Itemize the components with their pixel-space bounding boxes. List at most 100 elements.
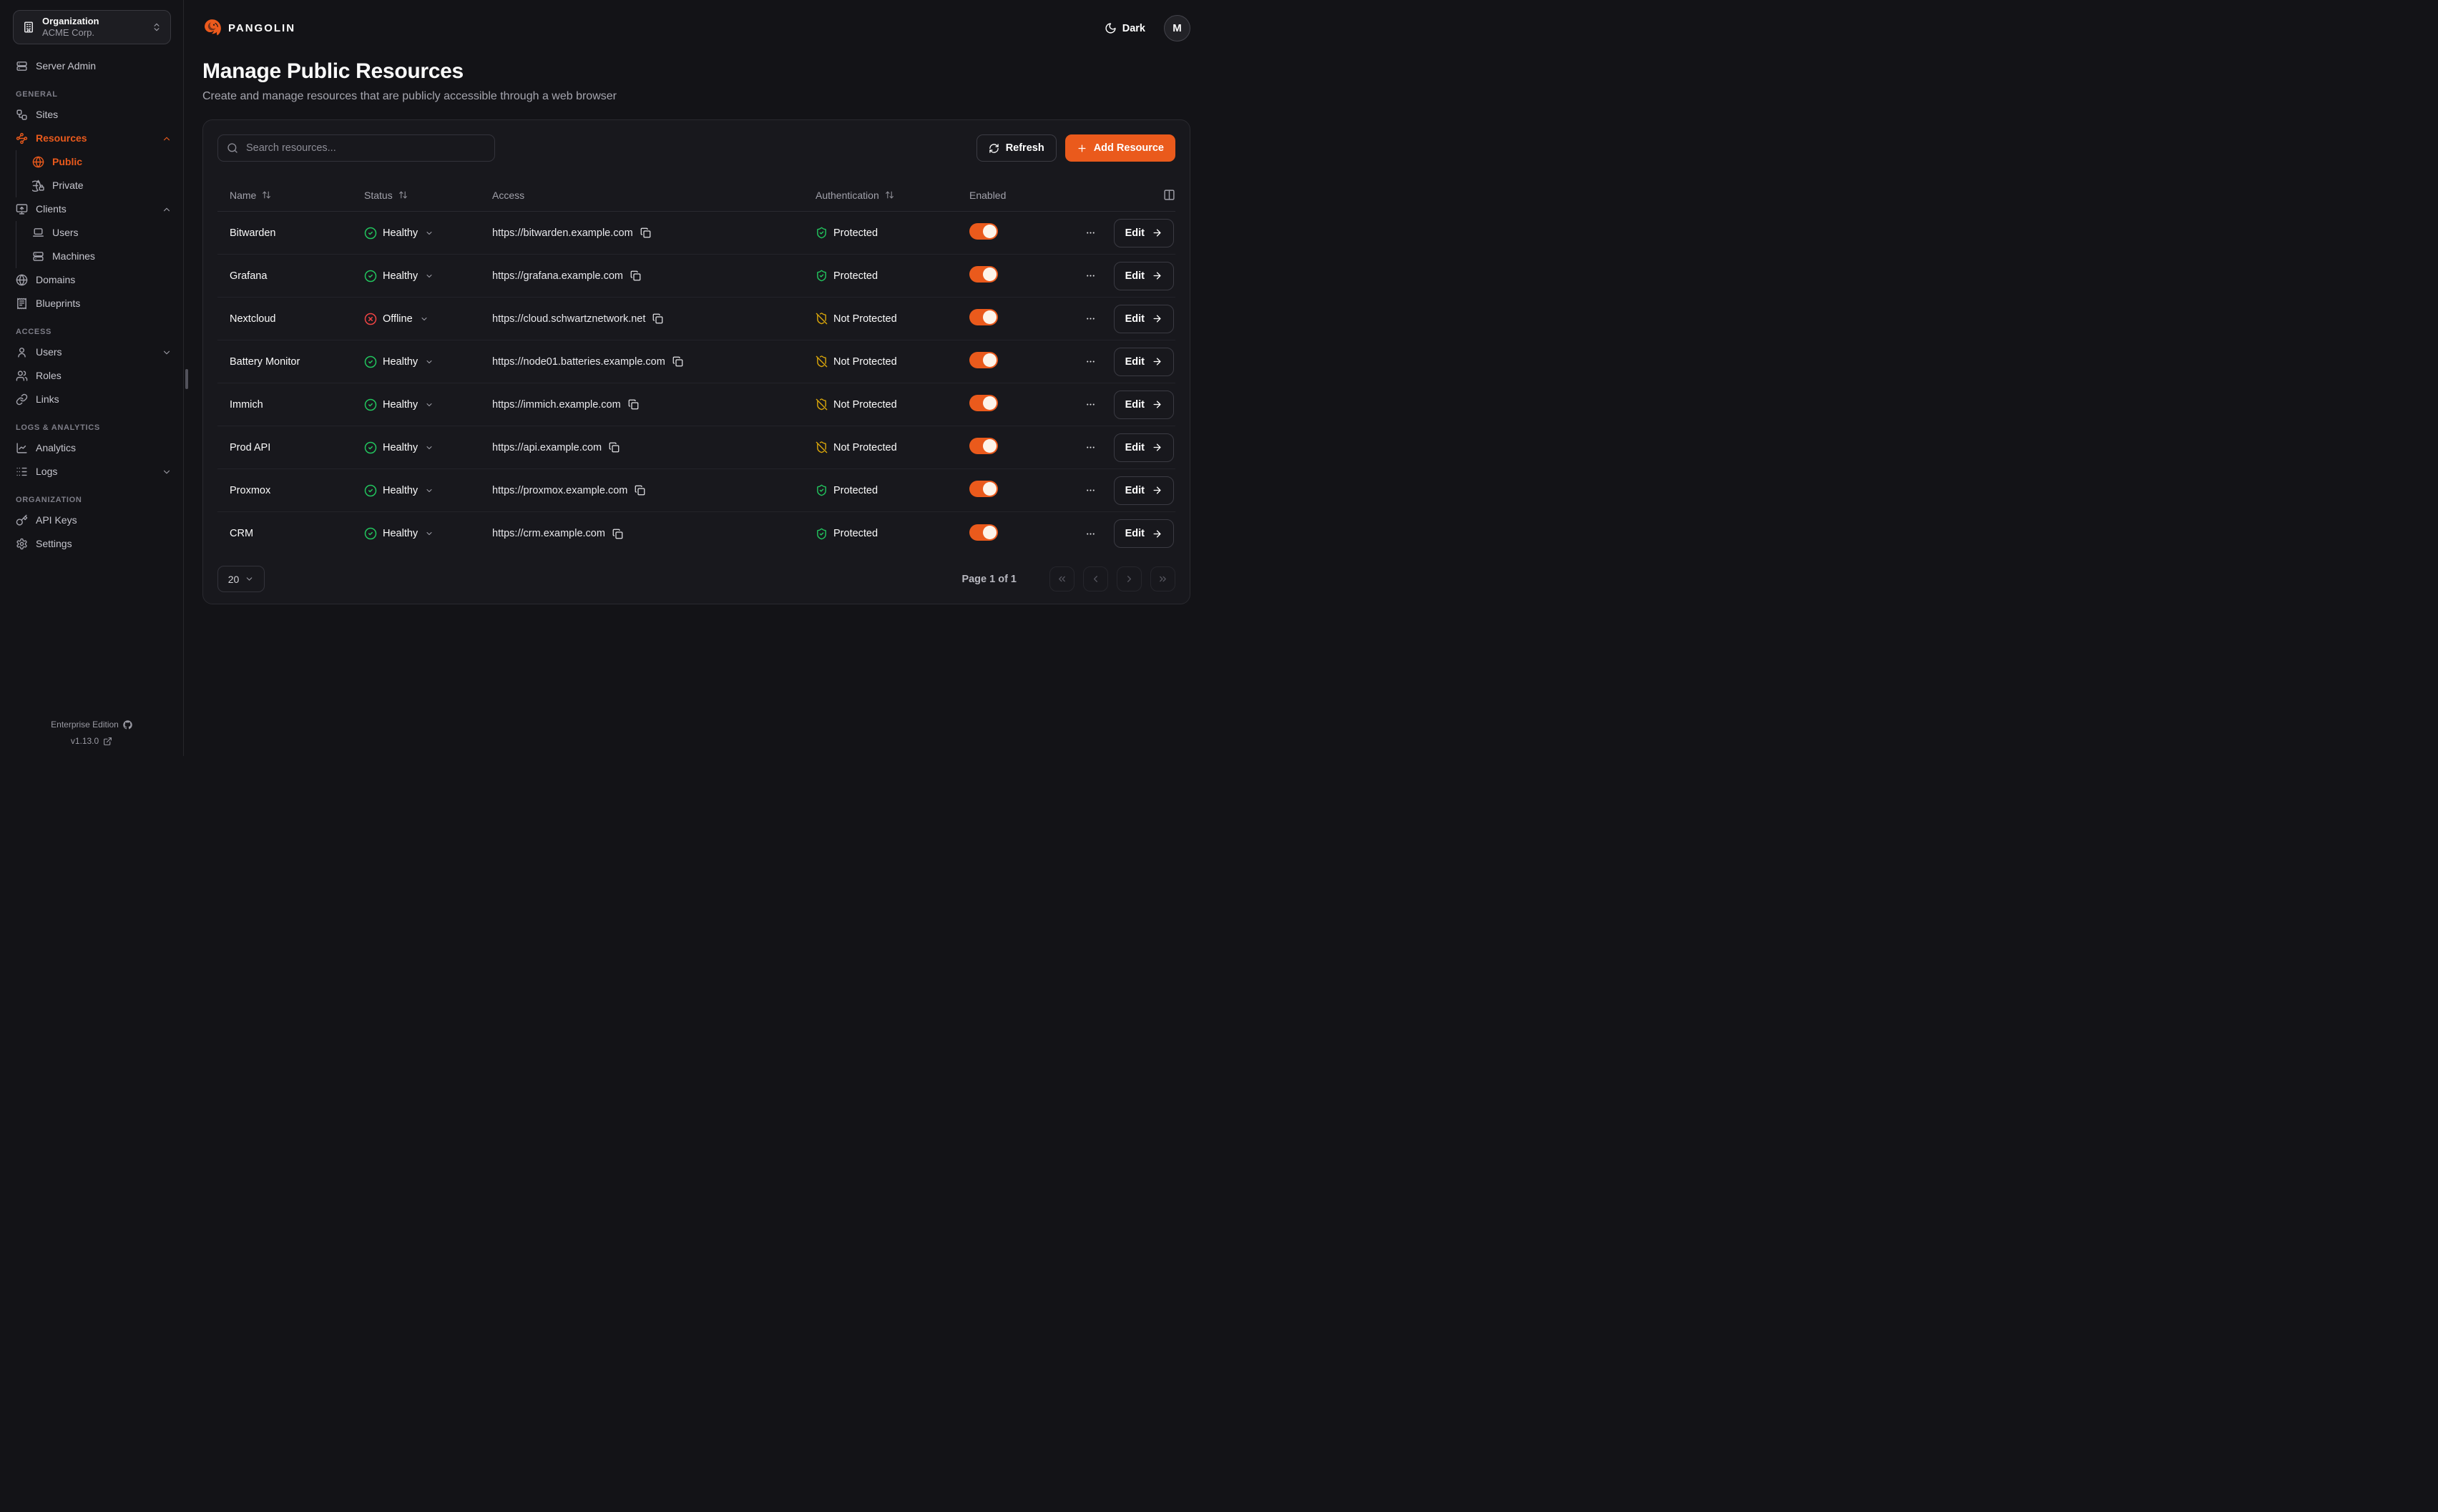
org-selector[interactable]: Organization ACME Corp. xyxy=(13,10,171,44)
resource-url[interactable]: https://grafana.example.com xyxy=(492,270,623,282)
sidebar-item-clients[interactable]: Clients xyxy=(0,197,183,221)
search-icon xyxy=(227,142,238,154)
row-menu-button[interactable] xyxy=(1082,525,1100,543)
sidebar-item-roles[interactable]: Roles xyxy=(0,364,183,388)
column-header-authentication[interactable]: Authentication xyxy=(816,190,969,201)
resource-url[interactable]: https://node01.batteries.example.com xyxy=(492,356,665,368)
row-menu-button[interactable] xyxy=(1082,224,1100,242)
copy-url-button[interactable] xyxy=(609,442,620,453)
copy-url-button[interactable] xyxy=(628,399,639,410)
edit-button[interactable]: Edit xyxy=(1114,391,1174,419)
status-badge[interactable]: Healthy xyxy=(364,441,492,454)
avatar[interactable]: M xyxy=(1164,15,1190,41)
column-header-enabled[interactable]: Enabled xyxy=(969,190,1052,201)
refresh-button[interactable]: Refresh xyxy=(976,134,1057,162)
sidebar-item-analytics[interactable]: Analytics xyxy=(0,436,183,460)
auth-label: Not Protected xyxy=(833,313,897,325)
sidebar-item-users[interactable]: Users xyxy=(0,340,183,364)
resource-url[interactable]: https://proxmox.example.com xyxy=(492,485,627,496)
enabled-toggle[interactable] xyxy=(969,438,998,454)
last-page-button[interactable] xyxy=(1150,566,1175,591)
row-menu-button[interactable] xyxy=(1082,310,1100,328)
enabled-toggle[interactable] xyxy=(969,395,998,411)
status-badge[interactable]: Healthy xyxy=(364,527,492,540)
sidebar-item-links[interactable]: Links xyxy=(0,388,183,411)
sidebar-subitem-private[interactable]: Private xyxy=(16,174,183,197)
status-badge[interactable]: Healthy xyxy=(364,484,492,497)
row-menu-button[interactable] xyxy=(1082,396,1100,413)
sidebar-item-logs[interactable]: Logs xyxy=(0,460,183,483)
status-badge[interactable]: Healthy xyxy=(364,355,492,368)
resource-url[interactable]: https://crm.example.com xyxy=(492,528,605,539)
edit-button[interactable]: Edit xyxy=(1114,348,1174,376)
enabled-toggle[interactable] xyxy=(969,352,998,368)
prev-page-button[interactable] xyxy=(1083,566,1108,591)
edition-row[interactable]: Enterprise Edition xyxy=(51,720,132,730)
enabled-toggle[interactable] xyxy=(969,266,998,283)
status-badge[interactable]: Healthy xyxy=(364,227,492,240)
status-badge[interactable]: Offline xyxy=(364,313,492,325)
sidebar-item-settings[interactable]: Settings xyxy=(0,532,183,556)
auth-label: Protected xyxy=(833,227,878,239)
row-menu-button[interactable] xyxy=(1082,267,1100,285)
resource-url[interactable]: https://cloud.schwartznetwork.net xyxy=(492,313,645,325)
brand[interactable]: PANGOLIN xyxy=(202,19,295,38)
circle-check-icon xyxy=(364,355,377,368)
table-toolbar: Refresh Add Resource xyxy=(217,134,1175,162)
enabled-toggle[interactable] xyxy=(969,524,998,541)
sidebar-item-sites[interactable]: Sites xyxy=(0,103,183,127)
enabled-toggle[interactable] xyxy=(969,481,998,497)
sidebar-subgroup-resources: Public Private xyxy=(16,150,183,197)
column-visibility-button[interactable] xyxy=(1052,189,1175,201)
add-resource-button[interactable]: Add Resource xyxy=(1065,134,1175,162)
sidebar-item-blueprints[interactable]: Blueprints xyxy=(0,292,183,315)
copy-url-button[interactable] xyxy=(635,485,645,496)
version-row[interactable]: v1.13.0 xyxy=(71,736,112,746)
edit-button[interactable]: Edit xyxy=(1114,305,1174,333)
copy-url-button[interactable] xyxy=(652,313,663,324)
column-header-name[interactable]: Name xyxy=(217,190,364,201)
enabled-toggle[interactable] xyxy=(969,223,998,240)
row-menu-button[interactable] xyxy=(1082,353,1100,370)
row-menu-button[interactable] xyxy=(1082,481,1100,499)
status-badge[interactable]: Healthy xyxy=(364,398,492,411)
edit-button[interactable]: Edit xyxy=(1114,433,1174,462)
sidebar-subitem-public[interactable]: Public xyxy=(16,150,183,174)
next-page-button[interactable] xyxy=(1117,566,1142,591)
ellipsis-icon xyxy=(1085,484,1097,496)
status-badge[interactable]: Healthy xyxy=(364,270,492,283)
theme-toggle-button[interactable]: Dark xyxy=(1100,21,1150,35)
edit-button[interactable]: Edit xyxy=(1114,519,1174,548)
copy-url-button[interactable] xyxy=(612,529,623,539)
auth-cell: Protected xyxy=(816,528,969,540)
resource-url[interactable]: https://api.example.com xyxy=(492,442,602,453)
sidebar-subitem-machines[interactable]: Machines xyxy=(16,245,183,268)
sidebar-item-server-admin[interactable]: Server Admin xyxy=(0,54,183,78)
sidebar-scrollbar-thumb[interactable] xyxy=(185,369,188,389)
edit-button[interactable]: Edit xyxy=(1114,476,1174,505)
edit-button[interactable]: Edit xyxy=(1114,219,1174,247)
page-size-select[interactable]: 20 xyxy=(217,566,265,592)
sidebar-subitem-users[interactable]: Users xyxy=(16,221,183,245)
column-header-status[interactable]: Status xyxy=(364,190,492,201)
sidebar-item-api-keys[interactable]: API Keys xyxy=(0,509,183,532)
sidebar-item-resources[interactable]: Resources xyxy=(0,127,183,150)
sidebar-subitem-label: Public xyxy=(52,156,172,168)
resource-url[interactable]: https://immich.example.com xyxy=(492,399,621,411)
resource-url[interactable]: https://bitwarden.example.com xyxy=(492,227,633,239)
sidebar-item-domains[interactable]: Domains xyxy=(0,268,183,292)
arrow-right-icon xyxy=(1152,227,1162,238)
resource-name: Proxmox xyxy=(217,485,364,496)
enabled-toggle[interactable] xyxy=(969,309,998,325)
auth-cell: Not Protected xyxy=(816,398,969,411)
column-header-access[interactable]: Access xyxy=(492,190,816,201)
row-menu-button[interactable] xyxy=(1082,438,1100,456)
arrow-right-icon xyxy=(1152,313,1162,324)
copy-url-button[interactable] xyxy=(672,356,683,367)
copy-url-button[interactable] xyxy=(640,227,651,238)
copy-url-button[interactable] xyxy=(630,270,641,281)
search-input[interactable] xyxy=(245,142,486,154)
copy-icon xyxy=(635,485,645,496)
first-page-button[interactable] xyxy=(1049,566,1074,591)
edit-button[interactable]: Edit xyxy=(1114,262,1174,290)
